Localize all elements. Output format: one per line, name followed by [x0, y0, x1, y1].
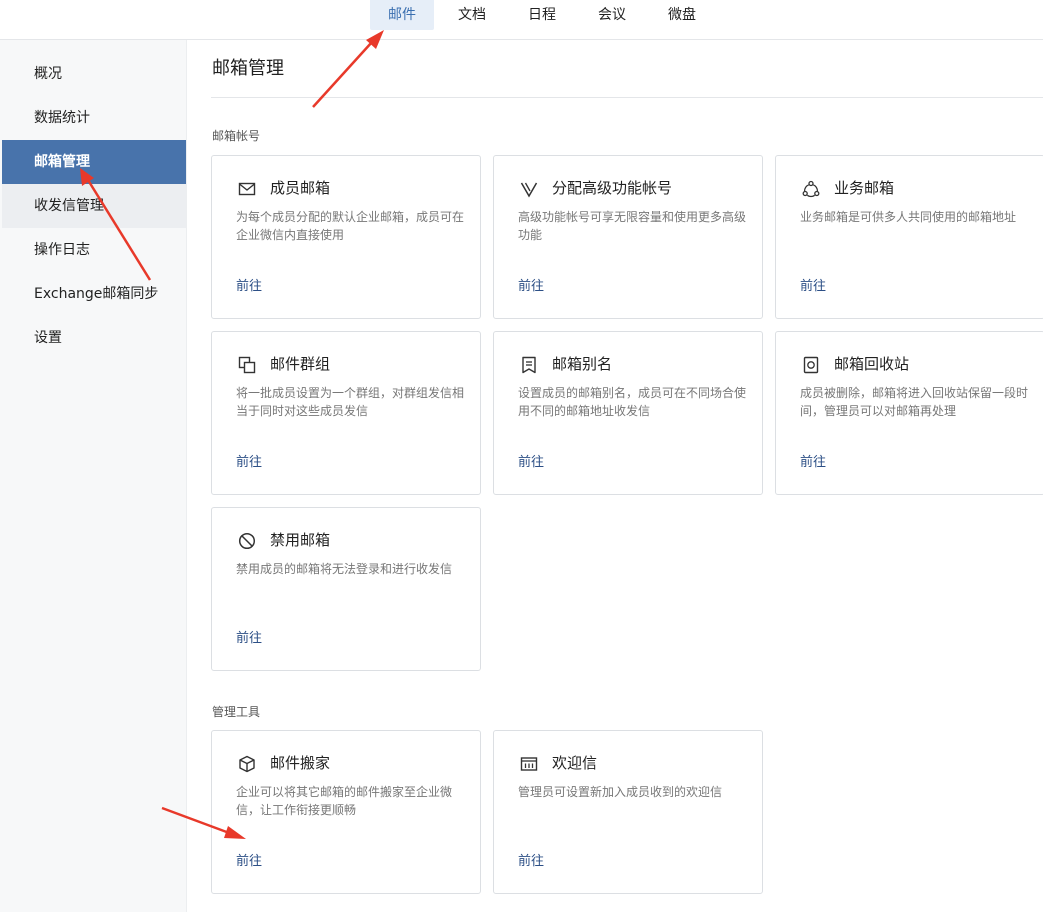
- card-description: 高级功能帐号可享无限容量和使用更多高级功能: [518, 210, 747, 242]
- card-description: 禁用成员的邮箱将无法登录和进行收发信: [236, 562, 453, 576]
- section-label-tools: 管理工具: [212, 705, 261, 719]
- card-title: 邮件群组: [270, 355, 331, 373]
- card-title: 分配高级功能帐号: [552, 179, 673, 197]
- card-disable-mailbox: 禁用邮箱 禁用成员的邮箱将无法登录和进行收发信 前往: [211, 507, 481, 671]
- go-link-mail-group[interactable]: 前往: [236, 454, 262, 472]
- card-title: 邮箱别名: [552, 355, 613, 373]
- card-mail-migration: 邮件搬家 企业可以将其它邮箱的邮件搬家至企业微信，让工作衔接更顺畅 前往: [211, 730, 481, 894]
- sidebar-item-overview[interactable]: 概况: [2, 52, 186, 96]
- section-label-accounts: 邮箱帐号: [212, 129, 261, 143]
- card-title: 欢迎信: [552, 754, 598, 772]
- sidebar-item-statistics[interactable]: 数据统计: [2, 96, 186, 140]
- tab-drive[interactable]: 微盘: [650, 0, 714, 30]
- tab-docs[interactable]: 文档: [440, 0, 504, 30]
- card-mailbox-alias: 邮箱别名 设置成员的邮箱别名，成员可在不同场合使用不同的邮箱地址收发信 前往: [493, 331, 763, 495]
- v-icon: [520, 182, 538, 198]
- top-nav: 邮件 文档 日程 会议 微盘: [0, 0, 1043, 40]
- card-member-mailbox: 成员邮箱 为每个成员分配的默认企业邮箱，成员可在企业微信内直接使用 前往: [211, 155, 481, 319]
- card-description: 业务邮箱是可供多人共同使用的邮箱地址: [800, 210, 1017, 224]
- sidebar-item-operation-log[interactable]: 操作日志: [2, 228, 186, 272]
- tab-mail[interactable]: 邮件: [370, 0, 434, 30]
- sidebar-item-mailbox-management[interactable]: 邮箱管理: [2, 140, 186, 184]
- card-title: 禁用邮箱: [270, 531, 331, 549]
- card-description: 设置成员的邮箱别名，成员可在不同场合使用不同的邮箱地址收发信: [518, 386, 747, 418]
- card-mailbox-recycle-bin: 邮箱回收站 成员被删除，邮箱将进入回收站保留一段时间，管理员可以对邮箱再处理 前…: [775, 331, 1043, 495]
- go-link-mailbox-alias[interactable]: 前往: [518, 454, 544, 472]
- title-divider: [211, 97, 1043, 98]
- go-link-disable-mailbox[interactable]: 前往: [236, 630, 262, 648]
- sidebar-item-exchange-sync[interactable]: Exchange邮箱同步: [2, 272, 186, 316]
- go-link-member-mailbox[interactable]: 前往: [236, 278, 262, 296]
- go-link-welcome-letter[interactable]: 前往: [518, 853, 544, 871]
- ban-icon: [238, 532, 256, 550]
- card-title: 邮件搬家: [270, 754, 331, 772]
- card-welcome-letter: 欢迎信 管理员可设置新加入成员收到的欢迎信 前往: [493, 730, 763, 894]
- sidebar: 概况 数据统计 邮箱管理 收发信管理 操作日志 Exchange邮箱同步 设置: [0, 40, 187, 912]
- card-description: 企业可以将其它邮箱的邮件搬家至企业微信，让工作衔接更顺畅: [236, 785, 453, 817]
- go-link-premium-accounts[interactable]: 前往: [518, 278, 544, 296]
- go-link-business-mailbox[interactable]: 前往: [800, 278, 826, 296]
- go-link-mail-migration[interactable]: 前往: [236, 853, 262, 871]
- card-description: 将一批成员设置为一个群组，对群组发信相当于同时对这些成员发信: [236, 386, 465, 418]
- card-mail-group: 邮件群组 将一批成员设置为一个群组，对群组发信相当于同时对这些成员发信 前往: [211, 331, 481, 495]
- card-description: 管理员可设置新加入成员收到的欢迎信: [518, 785, 723, 799]
- card-title: 成员邮箱: [270, 179, 331, 197]
- welcome-icon: [520, 757, 538, 771]
- mail-icon: [238, 182, 256, 196]
- alias-icon: [522, 356, 536, 374]
- page-title: 邮箱管理: [212, 58, 284, 79]
- tab-meeting[interactable]: 会议: [580, 0, 644, 30]
- box-icon: [239, 755, 255, 773]
- go-link-recycle-bin[interactable]: 前往: [800, 454, 826, 472]
- recycle-icon: [803, 356, 819, 374]
- app-root: 邮件 文档 日程 会议 微盘 概况 数据统计 邮箱管理 收发信管理 操作日志 E…: [0, 0, 1043, 912]
- card-description: 为每个成员分配的默认企业邮箱，成员可在企业微信内直接使用: [236, 210, 465, 242]
- shared-icon: [802, 180, 820, 198]
- card-title: 业务邮箱: [834, 179, 895, 197]
- sidebar-item-send-receive-management[interactable]: 收发信管理: [2, 184, 186, 228]
- card-title: 邮箱回收站: [834, 355, 910, 373]
- sidebar-item-settings[interactable]: 设置: [2, 316, 186, 360]
- card-description: 成员被删除，邮箱将进入回收站保留一段时间，管理员可以对邮箱再处理: [800, 386, 1029, 418]
- tab-calendar[interactable]: 日程: [510, 0, 574, 30]
- card-premium-accounts: 分配高级功能帐号 高级功能帐号可享无限容量和使用更多高级功能 前往: [493, 155, 763, 319]
- card-business-mailbox: 业务邮箱 业务邮箱是可供多人共同使用的邮箱地址 前往: [775, 155, 1043, 319]
- group-icon: [238, 356, 256, 374]
- annotation-arrow-top: [312, 30, 384, 108]
